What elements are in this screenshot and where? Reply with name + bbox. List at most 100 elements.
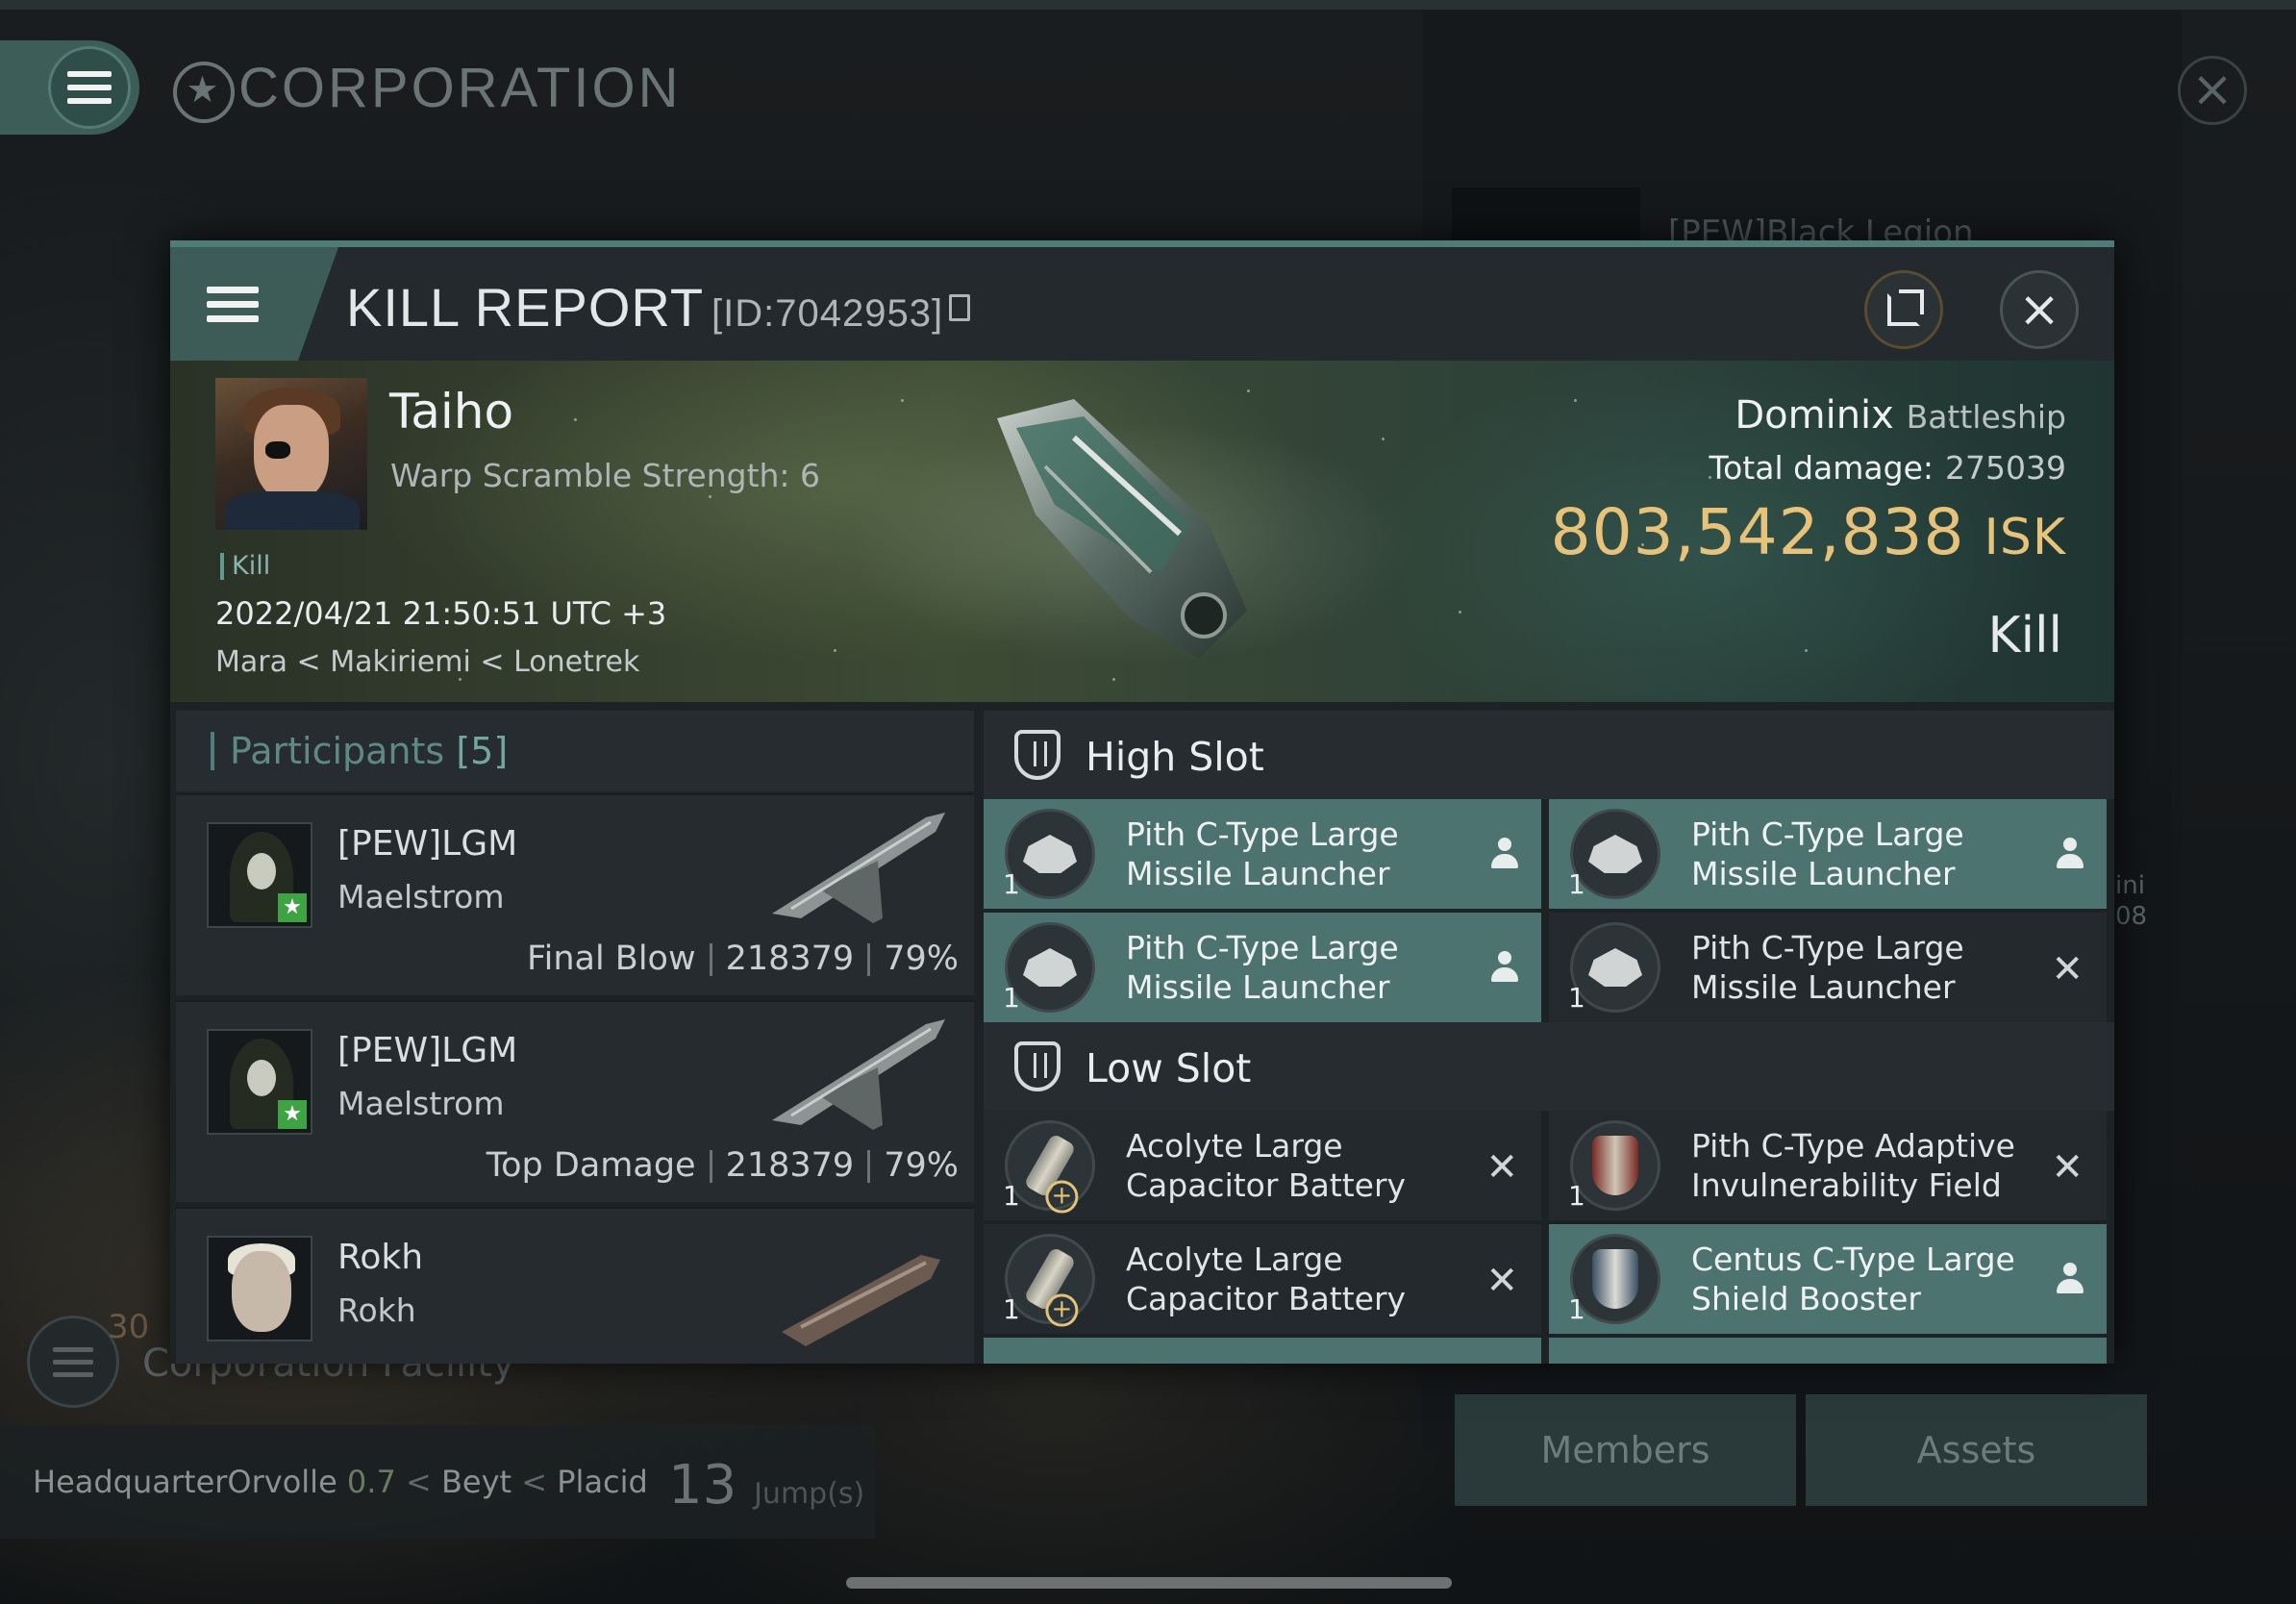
fitting-item[interactable]: 1 Centus C-Type Large Shield Booster bbox=[1549, 1224, 2107, 1334]
kill-location[interactable]: Mara < Makiriemi < Lonetrek bbox=[215, 645, 639, 679]
hq-label: Headquarter bbox=[33, 1464, 228, 1500]
jumps-unit: Jump(s) bbox=[754, 1477, 865, 1511]
isk-unit: ISK bbox=[1984, 509, 2066, 566]
participant-row[interactable]: ★ [PEW]LGM Maelstrom Top Damage 218379 79% bbox=[176, 1000, 974, 1202]
participant-name: [PEW]LGM bbox=[337, 824, 518, 864]
close-button[interactable]: × bbox=[2000, 270, 2079, 349]
modal-menu-button[interactable] bbox=[170, 247, 338, 361]
main-menu-button[interactable] bbox=[0, 40, 139, 135]
bg-side-text-2: 08 bbox=[2115, 902, 2148, 931]
person-icon bbox=[1491, 951, 1518, 984]
low-slot-header: Low Slot bbox=[984, 1022, 2114, 1111]
participant-role: Top Damage bbox=[486, 1146, 696, 1185]
item-name: Pith C-Type Adaptive Invulnerability Fie… bbox=[1691, 1127, 2015, 1204]
participant-ship-image bbox=[782, 1255, 940, 1346]
item-name: Centus C-Type Large Shield Booster bbox=[1691, 1241, 2015, 1317]
participant-damage: 218379 bbox=[725, 1146, 855, 1185]
item-quantity: 1 bbox=[1568, 868, 1585, 900]
background-star bbox=[1574, 399, 1577, 402]
bg-side-text: ini 08 bbox=[2115, 870, 2147, 932]
page-title-text: CORPORATION bbox=[238, 57, 682, 119]
background-star bbox=[834, 649, 836, 652]
destroyed-icon: ✕ bbox=[2051, 1145, 2084, 1190]
victim-name[interactable]: Taiho bbox=[389, 384, 513, 439]
item-name: Acolyte Large Capacitor Battery bbox=[1126, 1241, 1407, 1317]
home-indicator[interactable] bbox=[846, 1577, 1452, 1589]
participant-ship: Maelstrom bbox=[337, 1085, 505, 1122]
facility-menu-button[interactable] bbox=[27, 1316, 119, 1408]
menu-icon bbox=[48, 46, 131, 129]
item-quantity: 1 bbox=[1003, 1293, 1020, 1325]
participant-stats: Final Blow 218379 79% bbox=[527, 940, 959, 978]
members-button[interactable]: Members bbox=[1455, 1394, 1796, 1506]
fitting-item[interactable]: 1 Pith C-Type Large Missile Launcher ✕ bbox=[1549, 913, 2107, 1022]
fitting-item[interactable]: 1 Pith C-Type Large Missile Launcher bbox=[1549, 799, 2107, 909]
participants-header[interactable]: Participants [5] bbox=[176, 711, 974, 791]
background-star bbox=[709, 495, 711, 498]
background-star bbox=[901, 399, 904, 402]
item-quantity: 1 bbox=[1568, 1293, 1585, 1325]
fitting-item[interactable]: 1 Pith C-Type Large Missile Launcher bbox=[984, 799, 1541, 909]
hq-security: 0.7 bbox=[346, 1464, 396, 1500]
corporation-star-icon: ★ bbox=[173, 61, 235, 123]
ship-name[interactable]: Dominix Battleship bbox=[1734, 393, 2066, 438]
kill-report-modal: KILL REPORT [ID:7042953] × Taiho Warp Scr… bbox=[170, 240, 2114, 1364]
isk-amount: 803,542,838 bbox=[1550, 495, 1965, 569]
ship-class: Battleship bbox=[1906, 398, 2066, 436]
participant-row[interactable]: ★ [PEW]LGM Maelstrom Final Blow 218379 79% bbox=[176, 793, 974, 995]
close-icon: × bbox=[2018, 281, 2060, 338]
participant-percent: 79% bbox=[884, 1146, 959, 1185]
fitting-item[interactable]: + 1 Acolyte Large Capacitor Battery ✕ bbox=[984, 1224, 1541, 1334]
modal-header: KILL REPORT [ID:7042953] × bbox=[170, 247, 2114, 361]
page-close-button[interactable]: × bbox=[2178, 56, 2247, 125]
victim-ship-image[interactable] bbox=[959, 380, 1324, 668]
star-badge-icon: ★ bbox=[278, 893, 307, 922]
total-damage-value: 275039 bbox=[1945, 449, 2066, 487]
kill-result: Kill bbox=[1987, 607, 2062, 664]
facility-count: 30 bbox=[108, 1308, 150, 1346]
victim-subtitle: Warp Scramble Strength: 6 bbox=[390, 457, 821, 494]
fitting-item[interactable]: + 1 Acolyte Large Capacitor Battery ✕ bbox=[984, 1111, 1541, 1220]
background-star bbox=[574, 418, 577, 421]
fitting-item[interactable]: 1 Pith C-Type Large Missile Launcher bbox=[984, 913, 1541, 1022]
hq-region: Placid bbox=[557, 1464, 648, 1500]
item-quantity: 1 bbox=[1568, 1180, 1585, 1212]
menu-icon bbox=[207, 286, 259, 322]
item-quantity: 1 bbox=[1003, 1180, 1020, 1212]
participants-panel: Participants [5] ★ [PEW]LGM Maelstrom Fi… bbox=[176, 711, 974, 1364]
person-icon bbox=[2057, 838, 2084, 870]
copy-icon[interactable] bbox=[949, 294, 971, 322]
participant-damage: 218379 bbox=[725, 940, 855, 978]
fitting-item-partial[interactable] bbox=[984, 1338, 1541, 1364]
item-name: Pith C-Type Large Missile Launcher bbox=[1691, 929, 1964, 1006]
hq-constellation: Beyt bbox=[440, 1464, 512, 1500]
share-icon bbox=[1887, 289, 1924, 326]
headquarter-location[interactable]: HeadquarterOrvolle 0.7 < Beyt < Placid bbox=[33, 1464, 648, 1500]
modal-title-text: KILL REPORT bbox=[346, 277, 705, 338]
kill-summary: Taiho Warp Scramble Strength: 6 Kill 202… bbox=[170, 361, 2114, 702]
low-slot-label: Low Slot bbox=[1086, 1045, 1252, 1091]
fitting-item[interactable]: 1 Pith C-Type Adaptive Invulnerability F… bbox=[1549, 1111, 2107, 1220]
star-badge-icon: ★ bbox=[278, 1100, 307, 1129]
fitting-item-partial[interactable] bbox=[1549, 1338, 2107, 1364]
person-icon bbox=[1491, 838, 1518, 870]
page-title: ★ CORPORATION bbox=[173, 56, 682, 123]
share-button[interactable] bbox=[1864, 270, 1943, 349]
ship-name-text: Dominix bbox=[1734, 393, 1894, 438]
participant-ship-image bbox=[772, 813, 945, 923]
participant-percent: 79% bbox=[884, 940, 959, 978]
destroyed-icon: ✕ bbox=[1485, 1145, 1518, 1190]
kill-timestamp: 2022/04/21 21:50:51 UTC +3 bbox=[215, 595, 667, 632]
participant-row[interactable]: Rokh Rokh bbox=[176, 1207, 974, 1364]
participant-name: [PEW]LGM bbox=[337, 1031, 518, 1070]
participant-ship: Maelstrom bbox=[337, 878, 505, 915]
victim-portrait[interactable] bbox=[215, 378, 367, 530]
person-icon bbox=[2057, 1263, 2084, 1295]
assets-button[interactable]: Assets bbox=[1806, 1394, 2147, 1506]
hq-system: Orvolle bbox=[227, 1464, 337, 1500]
low-slot-icon bbox=[1014, 1041, 1061, 1091]
destroyed-icon: ✕ bbox=[2051, 947, 2084, 991]
background-star bbox=[1805, 649, 1808, 652]
participant-stats: Top Damage 218379 79% bbox=[487, 1146, 959, 1185]
item-quantity: 1 bbox=[1003, 982, 1020, 1014]
